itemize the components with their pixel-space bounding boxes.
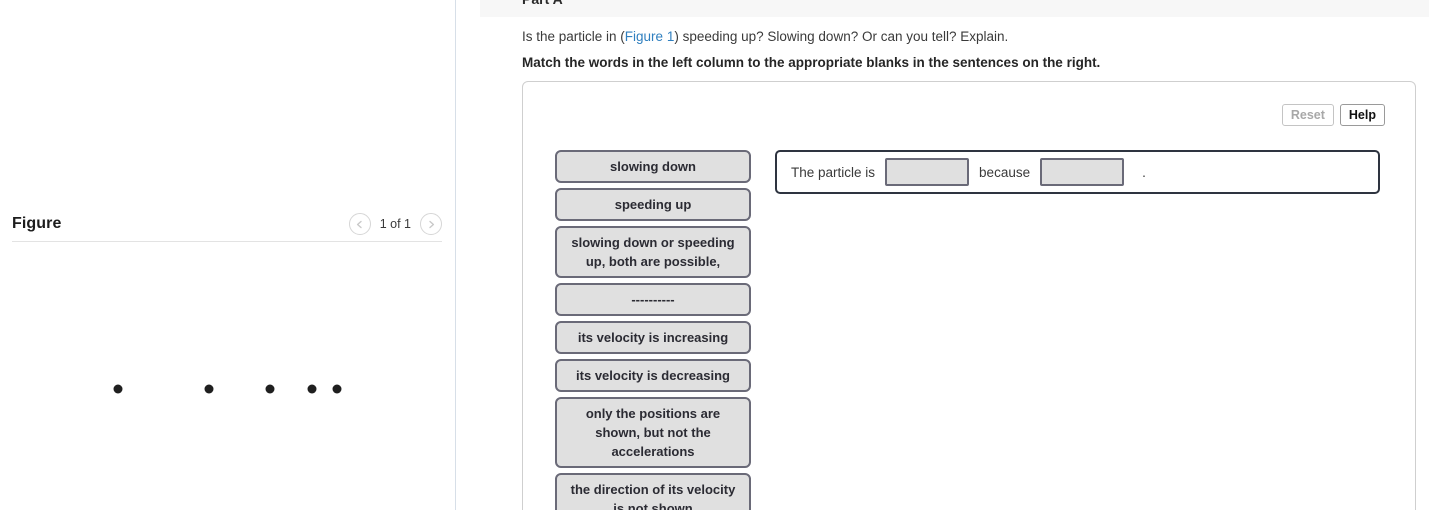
figure-pagination: 1 of 1 [348, 213, 442, 235]
figure-panel: Figure 1 of 1 [0, 0, 455, 510]
homework-question-screen: Figure 1 of 1 Is the particle in (Figure… [0, 0, 1429, 510]
word-tile[interactable]: only the positions are shown, but not th… [555, 397, 751, 468]
motion-dot [332, 384, 342, 394]
motion-dot [204, 384, 214, 394]
content-panel: Part A Is the particle in (Figure 1) spe… [456, 0, 1429, 510]
figure-1-link[interactable]: Figure 1 [625, 29, 675, 44]
motion-dot [307, 384, 317, 394]
motion-dot [113, 384, 123, 394]
drop-blank-2[interactable] [1040, 158, 1125, 186]
instruction-text: Match the words in the left column to th… [522, 55, 1101, 70]
question-text-before: Is the particle in ( [522, 29, 625, 44]
question-text: Is the particle in (Figure 1) speeding u… [522, 28, 1008, 45]
part-label: Part A [522, 0, 563, 7]
word-tile[interactable]: slowing down [555, 150, 751, 183]
figure-page-count: 1 of 1 [379, 217, 411, 231]
sentence-middle-text: because [979, 164, 1031, 180]
figure-divider [12, 241, 442, 242]
motion-diagram [0, 245, 455, 510]
figure-header: Figure 1 of 1 [12, 208, 442, 240]
drop-blank-1[interactable] [885, 158, 970, 186]
reset-button[interactable]: Reset [1281, 104, 1334, 126]
word-tile[interactable]: its velocity is decreasing [555, 359, 751, 392]
motion-dot [265, 384, 275, 394]
activity-toolbar: Reset Help [1281, 104, 1385, 126]
sentence-lead-text: The particle is [791, 164, 876, 180]
question-text-after: ) speeding up? Slowing down? Or can you … [674, 29, 1009, 44]
help-button[interactable]: Help [1339, 104, 1385, 126]
answer-sentence: The particle is because . [775, 150, 1380, 194]
word-tile[interactable]: the direction of its velocity is not sho… [555, 473, 751, 510]
chevron-right-icon [427, 220, 436, 229]
word-tile[interactable]: its velocity is increasing [555, 321, 751, 354]
figure-prev-button[interactable] [348, 213, 371, 235]
figure-title: Figure [12, 215, 62, 232]
chevron-left-icon [355, 220, 364, 229]
figure-next-button[interactable] [420, 213, 442, 235]
word-tile[interactable]: slowing down or speeding up, both are po… [555, 226, 751, 278]
part-header-bar: Part A [480, 0, 1429, 17]
word-bank: slowing down speeding up slowing down or s… [555, 150, 751, 510]
sentence-trailing-text: . [1142, 164, 1146, 180]
word-tile[interactable]: ---------- [555, 283, 751, 316]
word-tile[interactable]: speeding up [555, 188, 751, 221]
matching-activity-container: Reset Help slowing down speeding up slowin… [522, 81, 1416, 510]
